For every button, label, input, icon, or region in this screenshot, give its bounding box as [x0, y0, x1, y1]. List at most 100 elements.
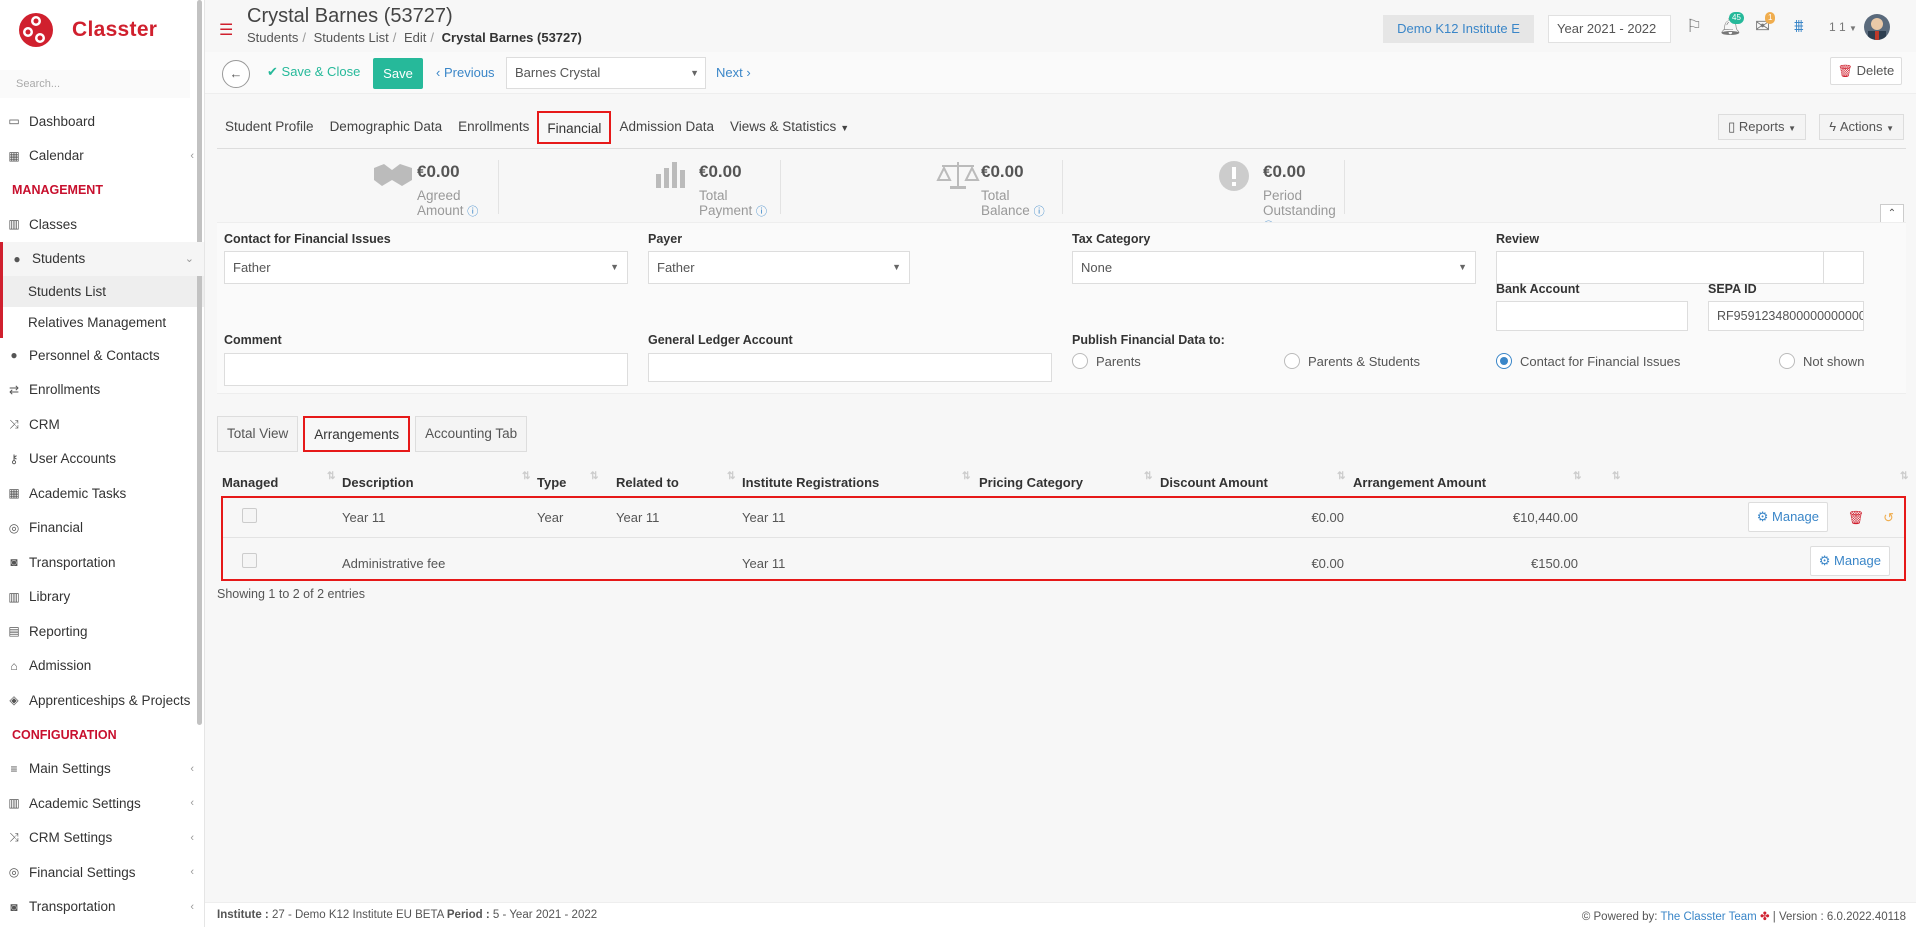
column-header-type[interactable]: Type — [537, 475, 566, 490]
sort-icon[interactable]: ⇅ — [1144, 471, 1152, 482]
sort-icon[interactable]: ⇅ — [1900, 471, 1908, 482]
sidebar-item-financial[interactable]: ◎ Financial — [0, 511, 204, 546]
contact-select[interactable]: Father ▼ — [224, 251, 628, 284]
sidebar-item-transportation[interactable]: ◙ Transportation — [0, 545, 204, 580]
column-header-related-to[interactable]: Related to — [616, 475, 679, 490]
sidebar-item-students[interactable]: ● Students ⌄ — [0, 241, 204, 276]
delete-button[interactable]: 🗑︎ Delete — [1830, 57, 1902, 85]
subtab-accounting[interactable]: Accounting Tab — [415, 416, 528, 452]
breadcrumb-students-list[interactable]: Students List — [314, 30, 389, 45]
tab-views-statistics[interactable]: Views & Statistics ▼ — [722, 111, 857, 144]
review-divider — [1823, 251, 1824, 284]
review-input[interactable] — [1496, 251, 1864, 284]
subtab-total-view[interactable]: Total View — [217, 416, 299, 452]
sidebar-item-library[interactable]: ▥ Library — [0, 580, 204, 615]
info-icon[interactable]: ⓘ — [467, 206, 478, 218]
sepa-id-input[interactable]: RF95912348000000000005372 — [1708, 301, 1864, 331]
sort-icon[interactable]: ⇅ — [327, 471, 335, 482]
history-icon[interactable]: ↺ — [1883, 510, 1894, 526]
user-menu[interactable]: 1 1 ▼ — [1829, 20, 1857, 34]
sort-icon[interactable]: ⇅ — [1337, 471, 1345, 482]
bell-icon[interactable]: 🔔︎ 45 — [1719, 12, 1744, 37]
reports-button[interactable]: ▯ Reports ▼ — [1718, 114, 1806, 140]
layers-icon[interactable]: ⩩ — [1794, 16, 1804, 37]
radio-button-checked[interactable] — [1496, 353, 1512, 369]
breadcrumb-students[interactable]: Students — [247, 30, 298, 45]
gl-account-input[interactable] — [648, 353, 1052, 382]
managed-checkbox[interactable] — [242, 553, 257, 568]
sidebar-item-apprenticeships[interactable]: ◈ Apprenticeships & Projects — [0, 683, 204, 718]
comment-input[interactable] — [224, 353, 628, 386]
sidebar-subitem-relatives-management[interactable]: Relatives Management — [0, 307, 204, 338]
sidebar-item-main-settings[interactable]: ≡ Main Settings ‹ — [0, 752, 204, 787]
avatar[interactable] — [1864, 14, 1890, 40]
tab-financial[interactable]: Financial — [537, 111, 612, 144]
save-button[interactable]: Save — [373, 58, 423, 89]
publish-option-not-shown[interactable]: Not shown — [1779, 353, 1864, 369]
save-close-button[interactable]: ✔ Save & Close — [267, 64, 360, 80]
sidebar-item-reporting[interactable]: ▤ Reporting — [0, 614, 204, 649]
column-header-pricing-category[interactable]: Pricing Category — [979, 475, 1083, 490]
sidebar-item-crm[interactable]: ⤨ CRM — [0, 407, 204, 442]
flag-icon[interactable]: ⚐ — [1686, 16, 1702, 37]
trash-icon[interactable]: 🗑︎ — [1847, 510, 1864, 526]
manage-button[interactable]: ⚙ Manage — [1809, 546, 1890, 576]
radio-button[interactable] — [1779, 353, 1795, 369]
sort-icon[interactable]: ⇅ — [727, 471, 735, 482]
sidebar-item-dashboard[interactable]: ▭ Dashboard — [0, 104, 204, 139]
publish-option-parents-students[interactable]: Parents & Students — [1284, 353, 1420, 369]
brand-logo[interactable]: Classter — [0, 0, 204, 60]
info-icon[interactable]: ⓘ — [756, 206, 767, 218]
sidebar-item-calendar[interactable]: ▦ Calendar ‹ — [0, 139, 204, 174]
sidebar-item-transportation-settings[interactable]: ◙ Transportation ‹ — [0, 890, 204, 925]
manage-button[interactable]: ⚙ Manage — [1747, 502, 1828, 532]
payer-select[interactable]: Father ▼ — [648, 251, 910, 284]
footer-team-link[interactable]: The Classter Team — [1660, 911, 1756, 923]
sidebar-item-enrollments[interactable]: ⇄ Enrollments — [0, 373, 204, 408]
tab-demographic-data[interactable]: Demographic Data — [322, 111, 451, 144]
hamburger-menu-icon[interactable]: ☰ — [219, 20, 233, 40]
subtab-arrangements[interactable]: Arrangements — [303, 416, 411, 452]
info-icon[interactable]: ⓘ — [1034, 206, 1045, 218]
publish-option-contact[interactable]: Contact for Financial Issues — [1496, 353, 1680, 369]
sidebar-item-admission[interactable]: ⌂ Admission — [0, 649, 204, 684]
sidebar-item-user-accounts[interactable]: ⚷ User Accounts — [0, 442, 204, 477]
column-header-managed[interactable]: Managed — [222, 475, 278, 490]
previous-button[interactable]: ‹ Previous — [436, 65, 495, 80]
student-selector[interactable]: Barnes Crystal ▼ — [506, 57, 706, 89]
radio-button[interactable] — [1072, 353, 1088, 369]
institute-selector[interactable]: Demo K12 Institute E — [1383, 15, 1534, 43]
collapse-button[interactable]: ⌃ — [1880, 204, 1904, 224]
bank-account-input[interactable] — [1496, 301, 1688, 331]
sort-icon[interactable]: ⇅ — [1573, 471, 1581, 482]
column-header-institute-registrations[interactable]: Institute Registrations — [742, 475, 879, 490]
column-header-arrangement-amount[interactable]: Arrangement Amount — [1353, 475, 1486, 490]
sidebar-item-crm-settings[interactable]: ⤨ CRM Settings ‹ — [0, 821, 204, 856]
envelope-icon[interactable]: ✉ 1 — [1755, 12, 1776, 37]
sidebar-subitem-students-list[interactable]: Students List — [0, 276, 204, 307]
actions-button[interactable]: ϟ Actions ▼ — [1819, 114, 1904, 140]
sidebar-item-classes[interactable]: ▥ Classes — [0, 207, 204, 242]
sidebar-item-financial-settings[interactable]: ◎ Financial Settings ‹ — [0, 855, 204, 890]
sidebar-search-input[interactable]: Search... — [0, 70, 190, 98]
sort-icon[interactable]: ⇅ — [522, 471, 530, 482]
sidebar-item-academic-settings[interactable]: ▥ Academic Settings ‹ — [0, 786, 204, 821]
column-header-discount-amount[interactable]: Discount Amount — [1160, 475, 1268, 490]
tax-category-select[interactable]: None ▼ — [1072, 251, 1476, 284]
sort-icon[interactable]: ⇅ — [962, 471, 970, 482]
breadcrumb-edit[interactable]: Edit — [404, 30, 426, 45]
back-button[interactable]: ← — [222, 60, 250, 88]
sort-icon[interactable]: ⇅ — [1612, 471, 1620, 482]
tab-student-profile[interactable]: Student Profile — [217, 111, 322, 144]
radio-button[interactable] — [1284, 353, 1300, 369]
year-selector[interactable]: Year 2021 - 2022 ▼ — [1548, 15, 1671, 61]
next-button[interactable]: Next › — [716, 65, 751, 80]
sidebar-item-academic-tasks[interactable]: ▦ Academic Tasks — [0, 476, 204, 511]
sort-icon[interactable]: ⇅ — [590, 471, 598, 482]
sidebar-item-personnel-contacts[interactable]: ● Personnel & Contacts — [0, 338, 204, 373]
publish-option-parents[interactable]: Parents — [1072, 353, 1141, 369]
tab-admission-data[interactable]: Admission Data — [611, 111, 722, 144]
tab-enrollments[interactable]: Enrollments — [450, 111, 537, 144]
managed-checkbox[interactable] — [242, 508, 257, 523]
column-header-description[interactable]: Description — [342, 475, 414, 490]
